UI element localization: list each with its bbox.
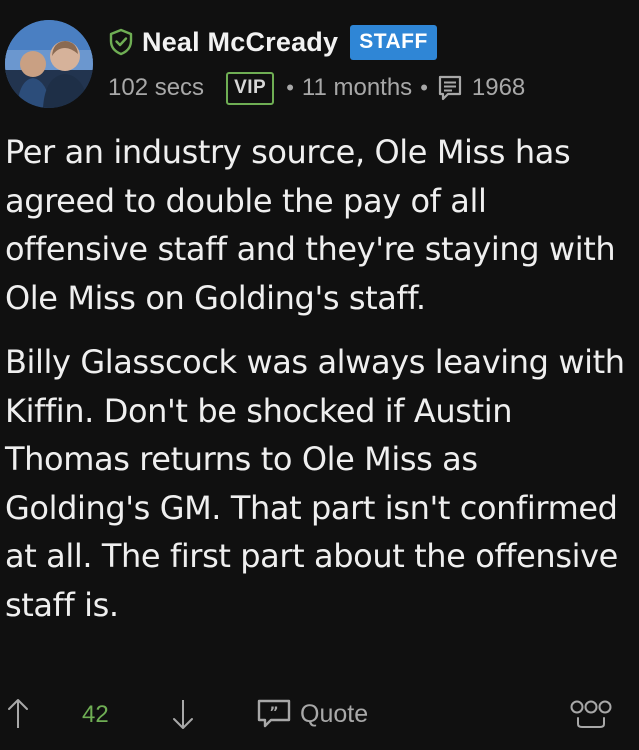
svg-text:”: ” (269, 705, 278, 721)
vote-count: 42 (82, 701, 109, 728)
vip-badge: VIP (226, 71, 275, 105)
author-row: Neal McCready STAFF (108, 22, 437, 62)
shield-check-icon (108, 28, 134, 56)
staff-badge: STAFF (350, 24, 437, 60)
message-list-icon (436, 74, 464, 102)
post-paragraph: Per an industry source, Ole Miss has agr… (5, 133, 616, 317)
post-meta: 102 secs VIP • 11 months • 1968 (108, 68, 525, 108)
avatar[interactable] (5, 20, 93, 108)
separator-dot: • (420, 75, 428, 100)
separator-dot: • (286, 75, 294, 100)
reaction-icon[interactable] (568, 696, 614, 732)
arrow-down-icon[interactable] (170, 694, 196, 734)
post-body: Per an industry source, Ole Miss has agr… (5, 128, 630, 645)
author-name[interactable]: Neal McCready (142, 27, 338, 58)
post-count: 1968 (471, 74, 526, 101)
quote-bubble-icon: ” (256, 698, 292, 730)
post-actions: 42 ” Quote (0, 690, 639, 738)
post-paragraph: Billy Glasscock was always leaving with … (5, 343, 625, 624)
post-age[interactable]: 11 months (302, 74, 412, 102)
reading-time: 102 secs (108, 74, 205, 101)
avatar-photo (5, 20, 93, 108)
forum-post: Neal McCready STAFF 102 secs VIP • 11 mo… (0, 0, 639, 750)
quote-button[interactable]: ” Quote (256, 696, 368, 732)
arrow-up-icon[interactable] (5, 694, 31, 734)
quote-label: Quote (300, 699, 369, 728)
